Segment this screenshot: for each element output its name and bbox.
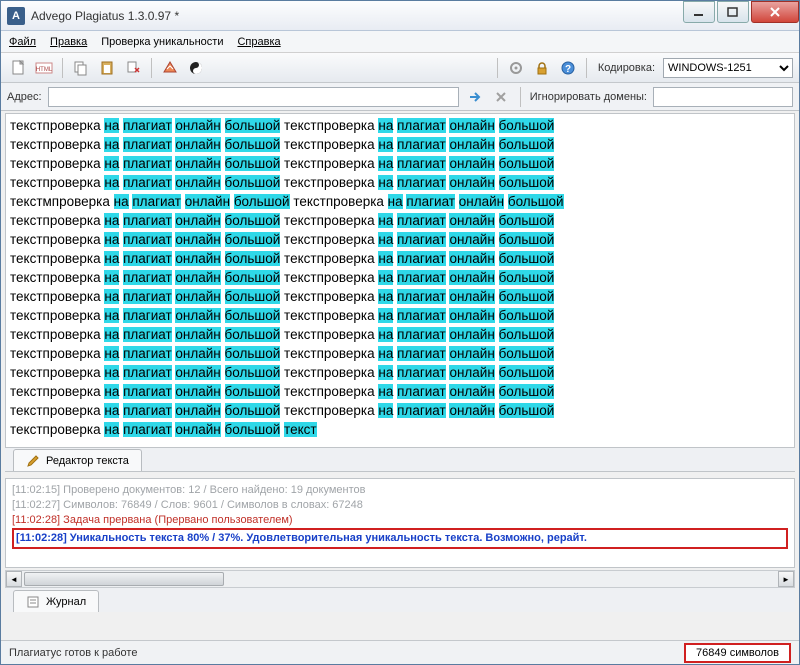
menu-file[interactable]: Файл [9,36,36,48]
tab-journal[interactable]: Журнал [13,590,99,612]
paste-icon[interactable] [96,57,118,79]
editor-tabstrip: Редактор текста [5,448,795,472]
maximize-button[interactable] [717,1,749,23]
cancel-icon[interactable] [491,87,511,107]
menu-check[interactable]: Проверка уникальности [101,36,223,48]
journal-tabstrip: Журнал [5,588,795,612]
scroll-left-arrow-icon[interactable]: ◄ [6,571,22,587]
tab-journal-label: Журнал [46,596,86,608]
address-bar: Адрес: Игнорировать домены: [1,83,799,111]
tab-editor-label: Редактор текста [46,455,129,467]
check-icon[interactable] [159,57,181,79]
encoding-label: Кодировка: [598,62,655,74]
horizontal-scrollbar[interactable]: ◄ ► [5,570,795,588]
svg-text:?: ? [565,64,571,75]
help-icon[interactable]: ? [557,57,579,79]
scroll-right-arrow-icon[interactable]: ► [778,571,794,587]
menu-help[interactable]: Справка [237,36,280,48]
text-editor-pane[interactable]: текстпроверка на плагиат онлайн большой … [5,113,795,448]
ignore-domains-label: Игнорировать домены: [530,91,647,103]
pencil-icon [26,454,40,468]
copy-icon[interactable] [70,57,92,79]
clear-icon[interactable] [122,57,144,79]
app-icon: A [7,7,25,25]
log-line: [11:02:27] Символов: 76849 / Слов: 9601 … [12,498,788,513]
svg-text:HTML: HTML [36,67,53,73]
journal-icon [26,595,40,609]
status-ready: Плагиатус готов к работе [9,647,684,659]
yinyang-icon[interactable] [185,57,207,79]
toolbar: HTML ? Кодировка: WINDOWS-1251 [1,53,799,83]
statusbar: Плагиатус готов к работе 76849 символов [1,640,799,664]
new-file-icon[interactable] [7,57,29,79]
titlebar: A Advego Plagiatus 1.3.0.97 * [1,1,799,31]
log-result-box: [11:02:28] Уникальность текста 80% / 37%… [12,528,788,549]
encoding-select[interactable]: WINDOWS-1251 [663,58,793,78]
status-symbols: 76849 символов [684,643,791,663]
address-input[interactable] [48,87,459,107]
log-line: [11:02:28] Задача прервана (Прервано пол… [12,513,788,528]
minimize-button[interactable] [683,1,715,23]
log-line: [11:02:15] Проверено документов: 12 / Вс… [12,483,788,498]
log-pane[interactable]: [11:02:15] Проверено документов: 12 / Вс… [5,478,795,568]
menu-edit[interactable]: Правка [50,36,87,48]
lock-icon[interactable] [531,57,553,79]
address-label: Адрес: [7,91,42,103]
app-window: A Advego Plagiatus 1.3.0.97 * Файл Правк… [0,0,800,665]
ignore-domains-input[interactable] [653,87,793,107]
scroll-thumb[interactable] [24,572,224,586]
html-icon[interactable]: HTML [33,57,55,79]
close-button[interactable] [751,1,799,23]
tab-editor[interactable]: Редактор текста [13,449,142,471]
go-arrow-icon[interactable] [465,87,485,107]
window-title: Advego Plagiatus 1.3.0.97 * [31,9,681,23]
gear-icon[interactable] [505,57,527,79]
menubar: Файл Правка Проверка уникальности Справк… [1,31,799,53]
log-result-line: [11:02:28] Уникальность текста 80% / 37%… [16,532,587,544]
